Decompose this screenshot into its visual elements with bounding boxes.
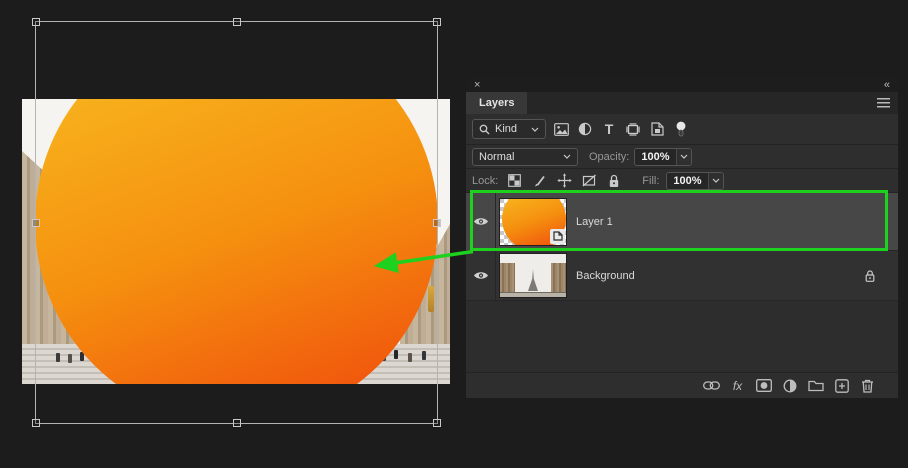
delete-layer-icon[interactable] — [859, 377, 876, 394]
opacity-label: Opacity: — [589, 150, 630, 163]
thumb-ground — [500, 292, 566, 297]
transform-handle-top-right[interactable] — [433, 18, 441, 26]
lock-move-icon[interactable] — [555, 172, 573, 190]
layer-name[interactable]: Background — [576, 270, 635, 282]
lock-artboard-icon[interactable] — [580, 172, 598, 190]
filter-kind-label: Kind — [495, 123, 518, 135]
lock-label: Lock: — [472, 174, 499, 187]
chevron-down-icon — [531, 127, 539, 132]
image-filter-icon[interactable] — [552, 120, 570, 138]
visibility-toggle[interactable] — [466, 251, 496, 300]
lock-paint-icon[interactable] — [530, 172, 548, 190]
lock-row: Lock: Fill: 100% — [466, 169, 898, 193]
smart-object-badge-icon — [550, 228, 565, 244]
transform-handle-bottom-center[interactable] — [232, 419, 241, 427]
new-group-icon[interactable] — [807, 377, 824, 394]
new-layer-icon[interactable] — [833, 377, 850, 394]
layer-row-background[interactable]: Background — [466, 251, 898, 301]
transform-handle-top-center[interactable] — [232, 18, 241, 26]
fx-label: fx — [732, 378, 743, 393]
adjustment-filter-icon[interactable] — [576, 120, 594, 138]
layer1-thumbnail[interactable] — [499, 197, 567, 246]
thumb-eiffel-tower — [528, 269, 538, 291]
opacity-value[interactable]: 100% — [635, 148, 676, 165]
blend-row: Normal Opacity: 100% — [466, 145, 898, 169]
lock-transparency-icon[interactable] — [505, 172, 523, 190]
panel-tab-bar: Layers — [466, 92, 898, 114]
adjustment-layer-icon[interactable] — [781, 377, 798, 394]
close-icon[interactable]: × — [474, 80, 480, 91]
search-icon — [479, 124, 490, 135]
chevron-down-icon[interactable] — [675, 148, 691, 165]
layer-lock-icon[interactable] — [864, 269, 876, 282]
fill-value[interactable]: 100% — [667, 172, 708, 189]
lock-all-icon[interactable] — [605, 172, 623, 190]
transform-bounding-box[interactable] — [32, 18, 441, 427]
layer-row-layer1[interactable]: Layer 1 — [466, 193, 898, 251]
transform-handle-middle-left[interactable] — [32, 218, 40, 227]
background-thumbnail[interactable] — [499, 253, 567, 298]
blend-mode-dropdown[interactable]: Normal — [472, 147, 578, 166]
smart-object-filter-icon[interactable] — [648, 120, 666, 138]
type-filter-icon[interactable]: T — [600, 120, 618, 138]
fill-control[interactable]: 100% — [666, 171, 724, 190]
layers-list: Layer 1 Background — [466, 193, 898, 372]
layer-name[interactable]: Layer 1 — [576, 216, 613, 228]
eye-icon — [473, 270, 489, 281]
layer-mask-icon[interactable] — [755, 377, 772, 394]
transform-handle-bottom-right[interactable] — [433, 419, 441, 427]
eye-icon — [473, 216, 489, 227]
chevron-down-icon[interactable] — [707, 172, 723, 189]
panel-menu-icon[interactable] — [877, 98, 890, 109]
visibility-toggle[interactable] — [466, 193, 496, 250]
tab-layers[interactable]: Layers — [466, 92, 528, 114]
link-icon[interactable] — [703, 377, 720, 394]
filter-row: Kind T — [466, 114, 898, 145]
fill-label: Fill: — [642, 174, 660, 187]
panel-title-strip: × « — [466, 78, 898, 92]
fx-icon[interactable]: fx — [729, 377, 746, 394]
chevron-down-icon — [563, 154, 571, 159]
transform-handle-top-left[interactable] — [32, 18, 40, 26]
layers-panel: × « Layers Kind T Normal Opacity: 100% L… — [466, 78, 898, 398]
panel-footer-toolbar: fx — [466, 372, 898, 398]
filter-toggle-pin[interactable] — [672, 120, 690, 138]
tab-layers-label: Layers — [479, 97, 515, 109]
opacity-control[interactable]: 100% — [634, 147, 692, 166]
shape-filter-icon[interactable] — [624, 120, 642, 138]
transform-handle-bottom-left[interactable] — [32, 419, 40, 427]
photoshop-workspace: × « Layers Kind T Normal Opacity: 100% L… — [0, 0, 908, 468]
collapse-panel-icon[interactable]: « — [884, 80, 890, 91]
blend-mode-value: Normal — [479, 150, 515, 163]
transform-handle-middle-right[interactable] — [433, 218, 441, 227]
filter-kind-dropdown[interactable]: Kind — [472, 119, 546, 139]
